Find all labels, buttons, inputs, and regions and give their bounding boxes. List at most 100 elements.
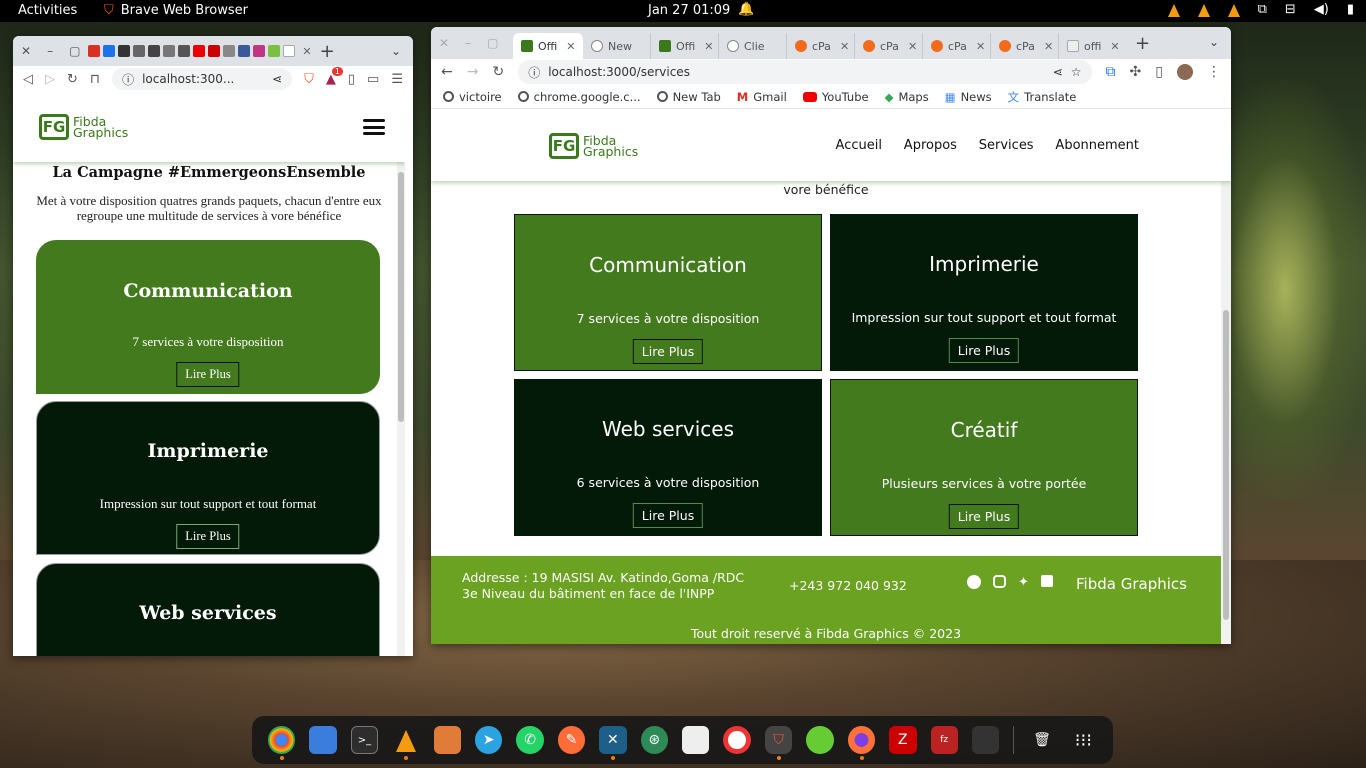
read-more-button[interactable]: Lire Plus bbox=[948, 504, 1020, 529]
back-icon[interactable]: ◁ bbox=[23, 72, 33, 87]
vlc-icon[interactable] bbox=[392, 726, 419, 760]
bookmark-item[interactable]: chrome.google.c... bbox=[517, 90, 641, 104]
new-tab-button[interactable]: + bbox=[1135, 33, 1150, 54]
tab-favicon-youtube[interactable] bbox=[208, 45, 221, 57]
service-card-web-services[interactable]: Web services bbox=[36, 563, 380, 656]
tab-favicon-active[interactable] bbox=[283, 45, 296, 57]
service-card-imprimerie[interactable]: Imprimerie Impression sur tout support e… bbox=[36, 401, 380, 555]
menu-icon[interactable]: ☰ bbox=[391, 72, 403, 87]
vscode-icon[interactable]: ✕ bbox=[599, 726, 627, 760]
hamburger-menu-icon[interactable] bbox=[363, 119, 385, 135]
filezilla-alt-icon[interactable]: fz bbox=[930, 726, 958, 754]
new-tab-button[interactable]: + bbox=[320, 41, 335, 62]
minimize-icon[interactable]: – bbox=[47, 44, 53, 58]
bookmark-item[interactable]: YouTube bbox=[802, 90, 869, 104]
brave-dock-icon[interactable]: ⛉ bbox=[764, 726, 793, 760]
service-card-creatif[interactable]: Créatif Plusieurs services à votre porté… bbox=[830, 379, 1138, 536]
maximize-icon[interactable]: ▢ bbox=[487, 36, 498, 50]
tab-close-icon[interactable]: ✕ bbox=[566, 40, 575, 53]
vlc-tray-icon[interactable] bbox=[1167, 4, 1180, 17]
maximize-icon[interactable]: ▢ bbox=[69, 44, 80, 58]
bookmark-item[interactable]: ◆ Maps bbox=[885, 90, 929, 104]
chrome-icon[interactable] bbox=[268, 726, 296, 760]
left-address-bar[interactable]: ⓘ localhost:300... ⋖ bbox=[112, 68, 293, 90]
read-more-button[interactable]: Lire Plus bbox=[176, 362, 240, 387]
brave-shield-icon[interactable]: ⛉ bbox=[304, 72, 314, 87]
tab[interactable]: Offi ✕ bbox=[651, 33, 719, 59]
bookmark-item[interactable]: New Tab bbox=[656, 90, 721, 104]
tab-favicon[interactable] bbox=[103, 45, 116, 57]
vlc-tray-icon[interactable] bbox=[1227, 4, 1240, 17]
profile-avatar[interactable] bbox=[1177, 64, 1193, 80]
postman-icon[interactable]: ✎ bbox=[557, 726, 586, 754]
terminal-icon[interactable]: >_ bbox=[350, 726, 379, 754]
brave-rewards-icon[interactable]: ▲ 1 bbox=[326, 66, 343, 87]
service-card-communication[interactable]: Communication 7 services à votre disposi… bbox=[36, 240, 380, 394]
bookmark-item[interactable]: 文 Translate bbox=[1008, 89, 1077, 105]
right-address-bar[interactable]: ⓘ localhost:3000/services ⋖ ☆ bbox=[518, 60, 1092, 84]
scrollbar[interactable] bbox=[397, 92, 405, 656]
close-window-icon[interactable]: ✕ bbox=[439, 36, 449, 50]
tab-favicon[interactable] bbox=[133, 45, 146, 57]
kebab-menu-icon[interactable]: ⋮ bbox=[1207, 64, 1221, 80]
read-more-button[interactable]: Lire Plus bbox=[632, 503, 704, 528]
facebook-icon[interactable] bbox=[967, 575, 981, 589]
tab[interactable]: cPa ✕ bbox=[787, 33, 855, 59]
close-window-icon[interactable]: ✕ bbox=[21, 44, 31, 58]
tab[interactable]: Clie bbox=[719, 33, 787, 59]
tab-close-icon[interactable]: ✕ bbox=[704, 40, 713, 53]
android-icon[interactable] bbox=[806, 726, 834, 754]
app-icon[interactable] bbox=[971, 726, 1000, 754]
tab-active[interactable]: Offi ✕ bbox=[513, 33, 583, 59]
back-icon[interactable]: ← bbox=[441, 64, 453, 80]
nav-accueil[interactable]: Accueil bbox=[836, 138, 882, 153]
read-more-button[interactable]: Lire Plus bbox=[176, 524, 240, 549]
trash-icon[interactable]: 🗑 bbox=[1028, 726, 1055, 754]
clock[interactable]: Jan 27 01:09 bbox=[648, 3, 730, 18]
nav-apropos[interactable]: Apropos bbox=[904, 138, 957, 153]
site-info-icon[interactable]: ⓘ bbox=[528, 64, 540, 81]
tab-close-icon[interactable]: ✕ bbox=[1044, 40, 1053, 53]
focused-app-indicator[interactable]: ⛉ Brave Web Browser bbox=[104, 3, 248, 18]
bookmark-item[interactable]: victoire bbox=[443, 90, 502, 104]
bookmark-icon[interactable]: ⊓ bbox=[90, 72, 100, 87]
software-center-icon[interactable] bbox=[681, 726, 710, 754]
share-icon[interactable]: ⋖ bbox=[1053, 65, 1063, 79]
volume-icon[interactable]: ◀) bbox=[1314, 2, 1329, 17]
tab-close-icon[interactable]: ✕ bbox=[840, 40, 849, 53]
tab-favicon[interactable] bbox=[163, 45, 176, 57]
sidebar-icon[interactable]: ▯ bbox=[348, 72, 355, 87]
whatsapp-icon[interactable]: ✆ bbox=[516, 726, 544, 754]
crowded-tabs[interactable]: ✕ bbox=[88, 45, 312, 58]
filezilla-icon[interactable]: Z bbox=[889, 726, 917, 754]
tab-favicon[interactable] bbox=[148, 45, 161, 57]
scrollbar-thumb[interactable] bbox=[398, 172, 404, 422]
tab[interactable]: cPa ✕ bbox=[855, 33, 923, 59]
battery-icon[interactable]: ▮ bbox=[1347, 2, 1354, 17]
archive-icon[interactable] bbox=[433, 726, 461, 754]
service-card-communication[interactable]: Communication 7 services à votre disposi… bbox=[514, 214, 822, 371]
tab[interactable]: cPa ✕ bbox=[991, 33, 1059, 59]
minimize-icon[interactable]: – bbox=[465, 36, 471, 50]
bookmark-item[interactable]: ▦ News bbox=[945, 90, 992, 104]
screen-share-icon[interactable]: ⧉ bbox=[1258, 2, 1267, 17]
nav-services[interactable]: Services bbox=[979, 138, 1034, 153]
read-more-button[interactable]: Lire Plus bbox=[948, 338, 1020, 363]
network-app-icon[interactable]: ⊛ bbox=[640, 726, 668, 754]
tab-favicon[interactable] bbox=[268, 45, 281, 57]
extensions-puzzle-icon[interactable]: ✣ bbox=[1130, 64, 1142, 80]
tab-search-chevron-icon[interactable]: ⌄ bbox=[1209, 35, 1219, 49]
tab-favicon-facebook[interactable] bbox=[238, 45, 251, 57]
bookmark-item[interactable]: M Gmail bbox=[737, 90, 787, 104]
bookmark-star-icon[interactable]: ☆ bbox=[1071, 65, 1082, 79]
side-panel-icon[interactable]: ▯ bbox=[1155, 64, 1163, 80]
service-card-web-services[interactable]: Web services 6 services à votre disposit… bbox=[514, 379, 822, 536]
twitter-icon[interactable]: ✦ bbox=[1018, 575, 1029, 590]
network-icon[interactable]: ⊟ bbox=[1285, 2, 1296, 17]
read-more-button[interactable]: Lire Plus bbox=[632, 339, 704, 364]
forward-icon[interactable]: ▷ bbox=[45, 72, 55, 87]
site-logo[interactable]: FG Fibda Graphics bbox=[549, 132, 638, 159]
tab[interactable]: New bbox=[583, 33, 651, 59]
activities-button[interactable]: Activities bbox=[18, 3, 77, 18]
reload-icon[interactable]: ↻ bbox=[492, 64, 504, 80]
